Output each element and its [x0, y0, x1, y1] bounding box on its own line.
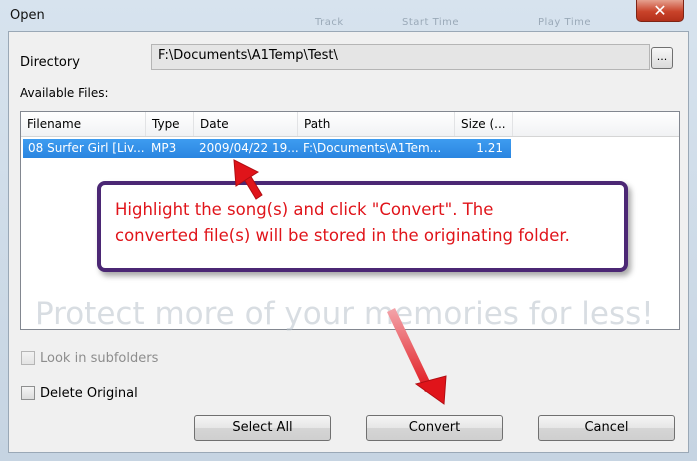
browse-button[interactable]: ... — [651, 47, 673, 69]
directory-label: Directory — [20, 55, 80, 70]
cell-path: F:\Documents\A1Tem... — [303, 141, 442, 155]
callout-line-2: converted file(s) will be stored in the … — [115, 226, 570, 245]
callout-line-1: Highlight the song(s) and click "Convert… — [115, 200, 494, 219]
column-header-type[interactable]: Type — [146, 112, 194, 136]
close-button[interactable]: ✕ — [636, 0, 684, 22]
available-files-label: Available Files: — [20, 86, 109, 100]
background-ghost-headers: Track Start Time Play Time — [0, 17, 697, 29]
select-all-button[interactable]: Select All — [194, 415, 331, 441]
open-dialog: Open Track Start Time Play Time ✕ Direct… — [0, 0, 697, 461]
delete-original-label: Delete Original — [40, 386, 138, 401]
cell-date: 2009/04/22 19... — [199, 141, 298, 155]
title-bar[interactable]: Open Track Start Time Play Time ✕ — [0, 0, 697, 30]
column-header-path[interactable]: Path — [298, 112, 455, 136]
ghost-header-play-time: Play Time — [538, 17, 592, 28]
cell-type: MP3 — [151, 141, 177, 155]
look-in-subfolders-checkbox[interactable] — [21, 351, 35, 365]
table-row[interactable]: 08 Surfer Girl [Liv... MP3 2009/04/22 19… — [23, 139, 511, 158]
cell-size: 1.21 — [476, 141, 503, 155]
cell-filename: 08 Surfer Girl [Liv... — [28, 141, 145, 155]
cancel-button[interactable]: Cancel — [538, 415, 675, 441]
ghost-header-start-time: Start Time — [402, 17, 460, 28]
instruction-callout: Highlight the song(s) and click "Convert… — [97, 181, 628, 272]
convert-button[interactable]: Convert — [366, 415, 503, 441]
directory-field[interactable]: F:\Documents\A1Temp\Test\ — [151, 44, 650, 70]
close-icon: ✕ — [653, 1, 667, 20]
column-header-date[interactable]: Date — [194, 112, 298, 136]
ghost-header-track: Track — [315, 17, 344, 28]
column-header-filename[interactable]: Filename — [21, 112, 146, 136]
delete-original-checkbox[interactable] — [21, 386, 35, 400]
look-in-subfolders-label: Look in subfolders — [40, 351, 159, 366]
file-list-header: Filename Type Date Path Size (... — [21, 112, 679, 137]
column-header-size[interactable]: Size (... — [455, 112, 513, 136]
